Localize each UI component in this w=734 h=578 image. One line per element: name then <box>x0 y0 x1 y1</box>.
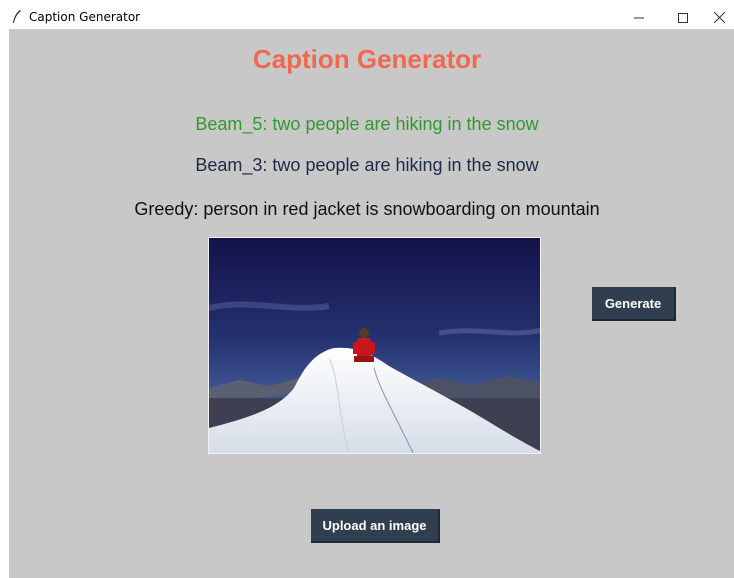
caption-greedy: Greedy: person in red jacket is snowboar… <box>134 199 600 219</box>
feather-icon <box>11 10 23 24</box>
window-title: Caption Generator <box>29 10 141 24</box>
minimize-icon <box>634 13 644 23</box>
close-icon <box>714 12 725 23</box>
close-button[interactable] <box>705 6 734 29</box>
upload-image-button[interactable]: Upload an image <box>311 509 440 543</box>
maximize-icon <box>678 12 688 23</box>
generate-button[interactable]: Generate <box>592 287 676 321</box>
app-heading: Caption Generator <box>252 44 482 74</box>
caption-beam5: Beam_5: two people are hiking in the sno… <box>195 114 539 134</box>
caption-beam3: Beam_3: two people are hiking in the sno… <box>195 155 539 175</box>
maximize-button[interactable] <box>661 6 705 29</box>
uploaded-image <box>208 237 541 454</box>
title-bar: Caption Generator <box>9 6 734 29</box>
minimize-button[interactable] <box>617 6 661 29</box>
